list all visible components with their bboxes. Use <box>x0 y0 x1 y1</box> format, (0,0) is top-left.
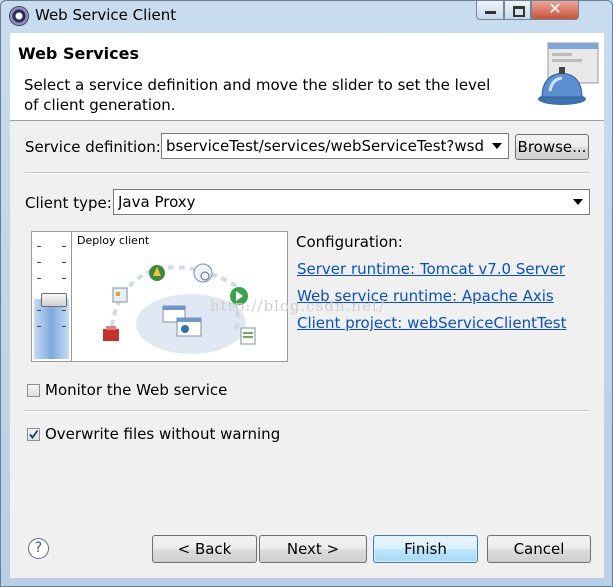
checkmark-icon <box>29 429 39 439</box>
slider-tick <box>62 278 66 279</box>
service-definition-combo[interactable]: bserviceTest/services/webServiceTest?wsd… <box>161 133 509 159</box>
bell-icon <box>538 42 599 105</box>
server-runtime-link[interactable]: Server runtime: Tomcat v7.0 Server <box>297 260 565 278</box>
client-type-value: Java Proxy <box>118 193 196 211</box>
page-description: Select a service definition and move the… <box>24 76 491 114</box>
page-title: Web Services <box>18 44 139 63</box>
slider-tick <box>37 278 41 279</box>
wizard-header: Web Services Select a service definition… <box>10 33 604 121</box>
close-icon: ✕ <box>548 0 562 18</box>
next-button[interactable]: Next > <box>259 535 367 563</box>
slider-tick <box>62 262 66 263</box>
dialog-window: Web Service Client ✕ Web Services Select… <box>0 0 613 587</box>
separator <box>25 410 590 412</box>
service-definition-value: bserviceTest/services/webServiceTest?wsd… <box>166 137 484 155</box>
window-title: Web Service Client <box>35 6 177 24</box>
slider-tick <box>37 246 41 247</box>
slider-tick <box>62 246 66 247</box>
cancel-button-label: Cancel <box>513 540 565 558</box>
cancel-button[interactable]: Cancel <box>487 535 591 563</box>
service-definition-label: Service definition: <box>25 138 161 156</box>
back-button[interactable]: < Back <box>152 535 257 563</box>
finish-button[interactable]: Finish <box>373 535 478 563</box>
slider-tick <box>37 310 41 311</box>
browse-button[interactable]: Browse... <box>515 134 589 160</box>
finish-button-label: Finish <box>404 540 447 558</box>
monitor-label: Monitor the Web service <box>45 381 228 399</box>
watermark: http://blog.csdn.net/ <box>210 297 386 315</box>
slider-tick <box>62 310 66 311</box>
client-level-slider[interactable] <box>32 232 72 361</box>
maximize-button[interactable] <box>504 1 531 20</box>
next-button-label: Next > <box>286 540 340 558</box>
monitor-checkbox[interactable] <box>27 384 40 397</box>
browse-button-label: Browse... <box>517 138 587 156</box>
eclipse-icon <box>10 7 28 25</box>
back-button-label: < Back <box>177 540 232 558</box>
slider-thumb[interactable] <box>41 293 67 307</box>
wizard-body: Service definition: bserviceTest/service… <box>10 121 604 578</box>
slider-tick <box>62 326 66 327</box>
client-type-label: Client type: <box>25 194 112 212</box>
slider-tick <box>37 326 41 327</box>
overwrite-label: Overwrite files without warning <box>45 425 281 443</box>
title-bar: Web Service Client ✕ <box>1 0 612 33</box>
overwrite-checkbox[interactable] <box>27 428 40 441</box>
client-project-link[interactable]: Client project: webServiceClientTest <box>297 314 567 332</box>
chevron-down-icon <box>492 143 502 149</box>
chevron-down-icon <box>573 199 583 205</box>
configuration-title: Configuration: <box>296 233 403 251</box>
separator <box>25 172 590 174</box>
minimize-button[interactable] <box>476 1 504 20</box>
close-button[interactable]: ✕ <box>531 0 579 20</box>
slider-fill <box>34 299 69 359</box>
help-icon[interactable]: ? <box>28 538 49 559</box>
slider-tick <box>37 262 41 263</box>
client-type-combo[interactable]: Java Proxy <box>113 189 590 215</box>
